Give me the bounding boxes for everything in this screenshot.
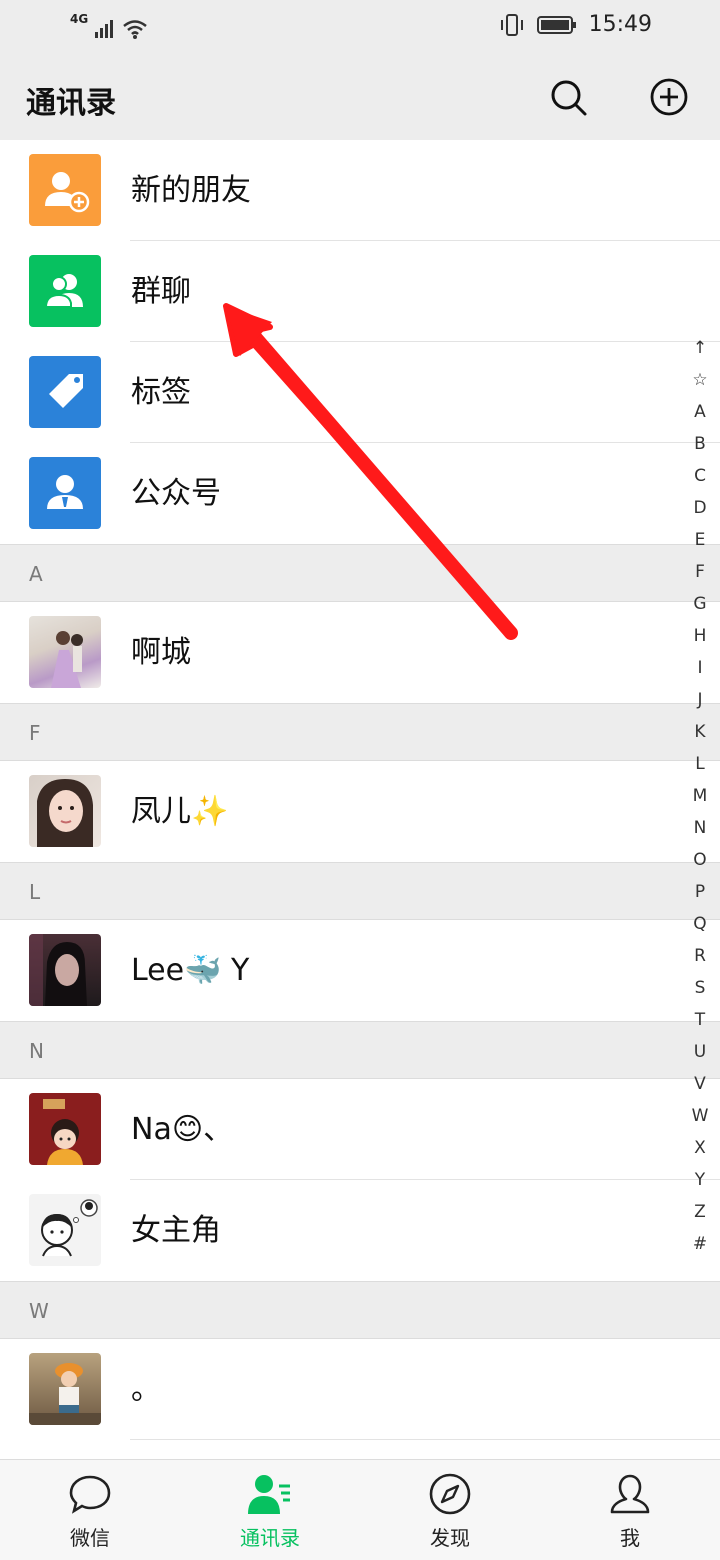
index-letter[interactable]: D (682, 492, 718, 524)
index-letter[interactable]: F (682, 556, 718, 588)
new-friends-label: 新的朋友 (131, 173, 251, 208)
chat-bubble-icon (69, 1475, 111, 1514)
search-icon[interactable] (545, 74, 591, 120)
tab-chats[interactable]: 微信 (0, 1460, 180, 1560)
group-chats-item[interactable]: 群聊 (0, 241, 720, 342)
new-friends-item[interactable]: 新的朋友 (0, 140, 720, 241)
page-title: 通讯录 (26, 86, 116, 121)
signal-icon (95, 20, 114, 38)
contact-name: 女主角 (131, 1213, 221, 1248)
contacts-icon (248, 1475, 290, 1514)
index-letter[interactable]: B (682, 428, 718, 460)
official-account-icon (29, 457, 101, 529)
index-letter[interactable]: H (682, 620, 718, 652)
section-header-l: L (0, 862, 720, 920)
contact-avatar (29, 934, 101, 1006)
index-letter[interactable]: P (682, 876, 718, 908)
section-header-f: F (0, 703, 720, 761)
contact-item[interactable]: 女主角 (0, 1180, 720, 1281)
battery-icon (536, 15, 576, 34)
tab-me[interactable]: 我 (540, 1460, 720, 1560)
index-letter[interactable]: L (682, 748, 718, 780)
contact-avatar (29, 775, 101, 847)
index-letter[interactable]: G (682, 588, 718, 620)
contact-item[interactable]: 啊城 (0, 602, 720, 703)
vibrate-icon (500, 13, 523, 36)
status-right: 15:49 (499, 12, 652, 37)
tab-contacts-label: 通讯录 (240, 1526, 300, 1550)
index-letter[interactable]: T (682, 1004, 718, 1036)
contact-item[interactable]: 凤儿✨ (0, 761, 720, 862)
tab-chats-label: 微信 (70, 1526, 110, 1550)
wifi-icon (123, 20, 147, 39)
compass-icon (429, 1473, 471, 1515)
index-letter[interactable]: A (682, 396, 718, 428)
contact-name: 。 (131, 1372, 161, 1407)
index-letter[interactable]: U (682, 1036, 718, 1068)
index-letter[interactable]: Q (682, 908, 718, 940)
tags-item[interactable]: 标签 (0, 342, 720, 443)
section-header-a: A (0, 544, 720, 602)
group-chats-label: 群聊 (131, 274, 191, 309)
index-letter[interactable]: ↑ (682, 332, 718, 364)
section-letter: L (29, 880, 41, 904)
contact-name: 凤儿✨ (131, 794, 229, 829)
status-time: 15:49 (588, 12, 652, 37)
index-letter[interactable]: R (682, 940, 718, 972)
index-letter[interactable]: ☆ (682, 364, 718, 396)
group-chat-icon (29, 255, 101, 327)
index-letter[interactable]: # (682, 1228, 718, 1260)
index-letter[interactable]: J (682, 684, 718, 716)
index-letter[interactable]: X (682, 1132, 718, 1164)
tab-discover[interactable]: 发现 (360, 1460, 540, 1560)
tag-icon (29, 356, 101, 428)
contact-avatar (29, 1093, 101, 1165)
contact-name: Lee🐳 Y (131, 953, 250, 988)
official-accounts-label: 公众号 (131, 476, 221, 511)
index-letter[interactable]: E (682, 524, 718, 556)
contact-avatar (29, 1353, 101, 1425)
index-letter[interactable]: Y (682, 1164, 718, 1196)
status-bar: 4G 15:49 (0, 0, 720, 56)
add-circle-icon[interactable] (646, 74, 692, 120)
tab-discover-label: 发现 (430, 1526, 470, 1550)
section-letter: W (29, 1299, 49, 1323)
bottom-tab-bar: 微信 通讯录 发现 我 (0, 1459, 720, 1560)
header-bar: 通讯录 (0, 56, 720, 140)
index-letter[interactable]: K (682, 716, 718, 748)
tab-me-label: 我 (620, 1526, 640, 1550)
network-type-label: 4G (70, 12, 89, 26)
contact-name: Na😊、 (131, 1112, 234, 1147)
contact-avatar (29, 616, 101, 688)
contact-avatar (29, 1194, 101, 1266)
index-letter[interactable]: O (682, 844, 718, 876)
alphabet-index-bar[interactable]: ↑ ☆ A B C D E F G H I J K L M N O P Q R S T U V W X Y Z # (682, 332, 718, 1260)
section-letter: N (29, 1039, 44, 1063)
contact-list: 新的朋友 群聊 标签 公众号 A 啊城 F 凤儿✨ L Lee🐳 Y N Na😊… (0, 140, 720, 1440)
index-letter[interactable]: W (682, 1100, 718, 1132)
contact-name: 啊城 (131, 635, 191, 670)
contact-item[interactable]: Lee🐳 Y (0, 920, 720, 1021)
index-letter[interactable]: C (682, 460, 718, 492)
new-friend-icon (29, 154, 101, 226)
index-letter[interactable]: S (682, 972, 718, 1004)
official-accounts-item[interactable]: 公众号 (0, 443, 720, 544)
tab-contacts[interactable]: 通讯录 (180, 1460, 360, 1560)
section-letter: F (29, 721, 41, 745)
index-letter[interactable]: N (682, 812, 718, 844)
contact-item[interactable]: 。 (0, 1339, 720, 1440)
tags-label: 标签 (131, 375, 191, 410)
status-left: 4G (70, 12, 148, 40)
index-letter[interactable]: V (682, 1068, 718, 1100)
section-header-n: N (0, 1021, 720, 1079)
index-letter[interactable]: Z (682, 1196, 718, 1228)
person-icon (610, 1474, 650, 1514)
index-letter[interactable]: M (682, 780, 718, 812)
contact-item[interactable]: Na😊、 (0, 1079, 720, 1180)
section-letter: A (29, 562, 43, 586)
index-letter[interactable]: I (682, 652, 718, 684)
section-header-w: W (0, 1281, 720, 1339)
divider (130, 1439, 720, 1440)
